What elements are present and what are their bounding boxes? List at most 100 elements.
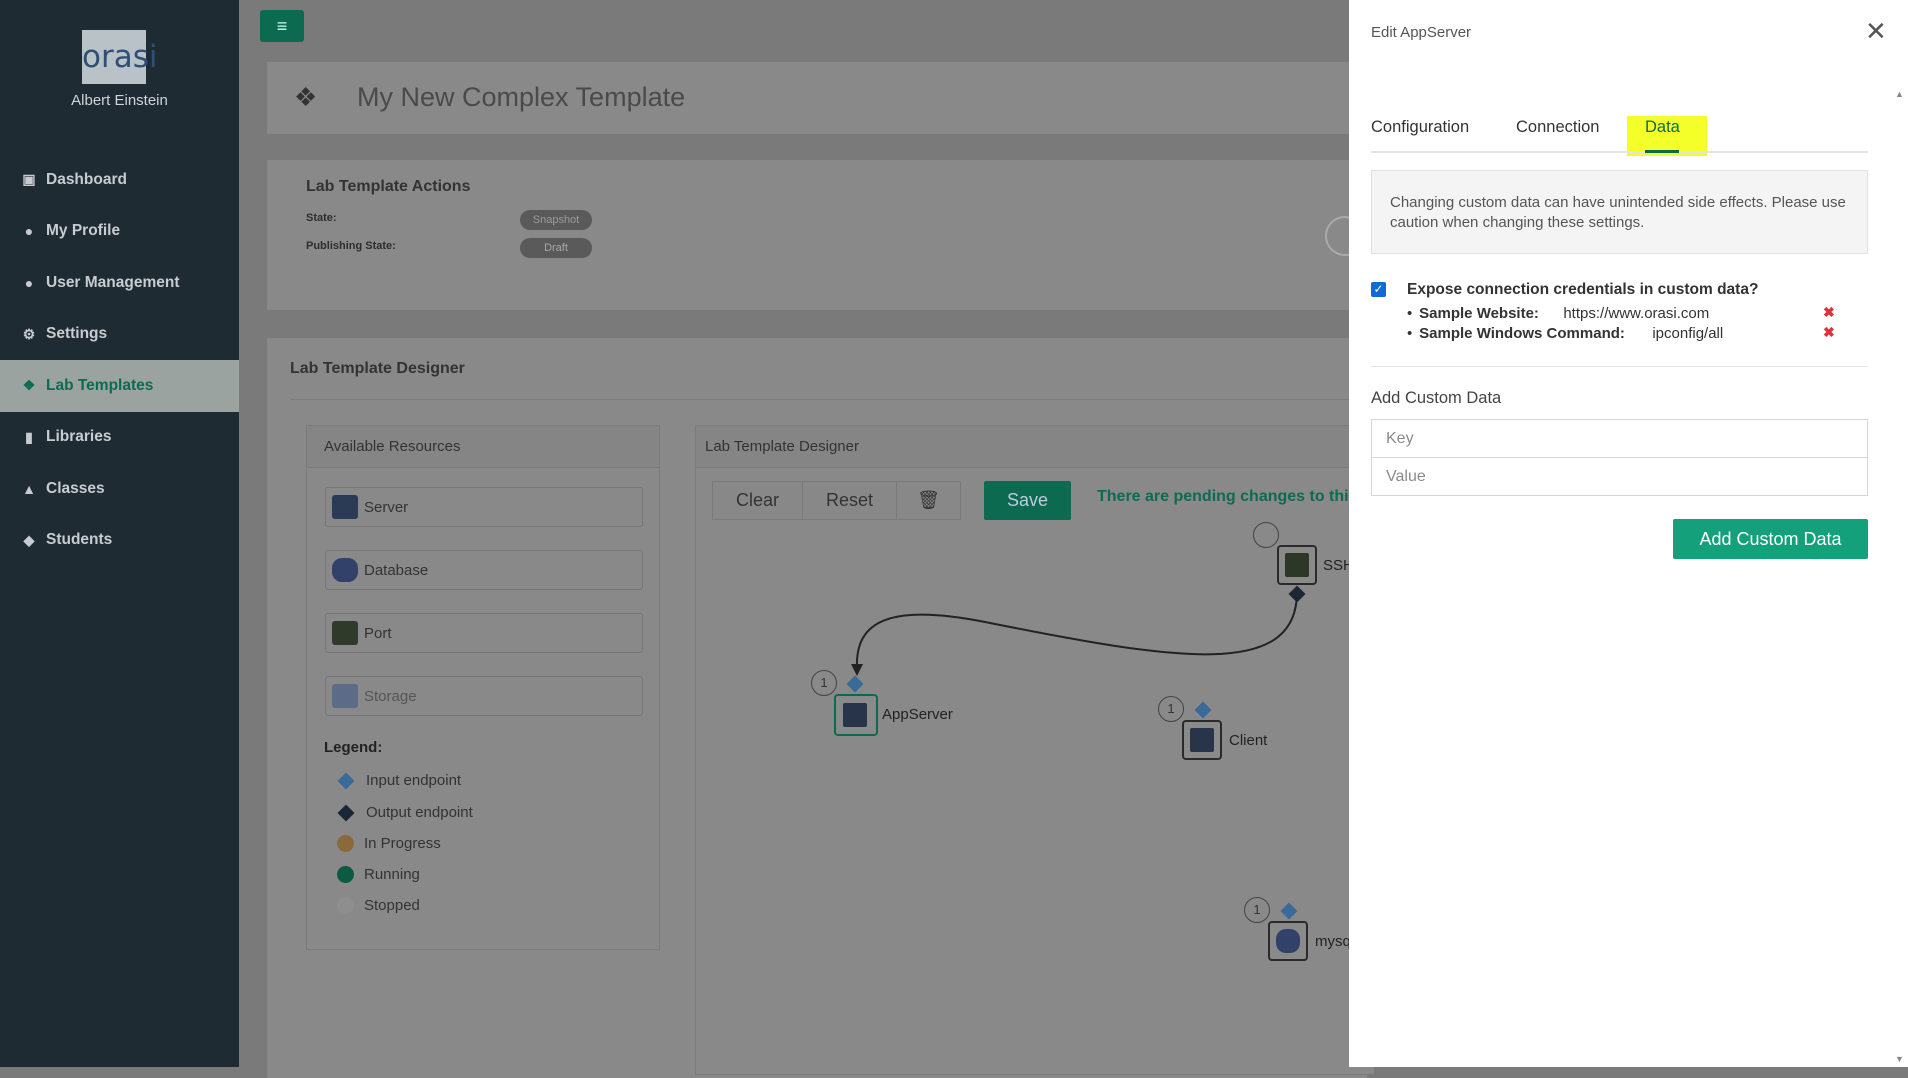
stopped-dot-icon: [337, 897, 354, 914]
legend-label: Input endpoint: [366, 772, 462, 789]
add-custom-data-heading: Add Custom Data: [1371, 389, 1502, 407]
custom-data-item: • Sample Windows Command: ipconfig/all: [1407, 325, 1723, 342]
user-name: Albert Einstein: [71, 92, 168, 109]
database-icon: [1276, 929, 1300, 953]
legend-running: Running: [337, 866, 420, 883]
node-label: AppServer: [882, 706, 953, 723]
tab-data[interactable]: Data: [1645, 118, 1680, 137]
sidebar-nav: ▣ Dashboard ● My Profile ● User Manageme…: [0, 154, 239, 566]
user-icon: ●: [24, 223, 34, 240]
custom-data-key: Sample Website:: [1419, 305, 1539, 322]
sidebar-item-my-profile[interactable]: ● My Profile: [0, 206, 239, 258]
menu-toggle-button[interactable]: ≡: [260, 10, 304, 42]
resource-port[interactable]: Port: [325, 613, 643, 653]
sidebar-item-classes[interactable]: ▲ Classes: [0, 463, 239, 515]
sidebar-item-label: Students: [46, 531, 113, 549]
orasi-logo: orasi: [82, 30, 157, 84]
sidebar-item-label: Settings: [46, 325, 108, 343]
custom-data-key: Sample Windows Command:: [1419, 325, 1625, 342]
bullet: •: [1407, 305, 1413, 322]
legend-output-endpoint: Output endpoint: [337, 804, 473, 821]
edit-drawer: Edit AppServer ✕ Configuration Connectio…: [1349, 0, 1908, 1067]
legend-stopped: Stopped: [337, 897, 420, 914]
output-endpoint-icon: [337, 804, 355, 821]
arrowhead-icon: [851, 664, 863, 676]
legend-in-progress: In Progress: [337, 835, 441, 852]
close-button[interactable]: ✕: [1865, 18, 1887, 44]
publishing-state-badge: Draft: [520, 238, 592, 258]
gear-icon: ⚙: [22, 325, 36, 342]
tab-configuration[interactable]: Configuration: [1371, 118, 1469, 137]
lab-template-actions-card: Lab Template Actions State: Snapshot Pub…: [267, 160, 1367, 310]
resource-storage[interactable]: Storage: [325, 676, 643, 716]
legend-label: Output endpoint: [366, 804, 473, 821]
checkmark-icon: ✓: [1373, 282, 1384, 296]
key-input[interactable]: [1371, 419, 1868, 458]
sidebar-item-dashboard[interactable]: ▣ Dashboard: [0, 154, 239, 206]
delete-custom-data-button[interactable]: ✖: [1823, 304, 1835, 321]
state-label: State:: [306, 212, 337, 224]
ssh-status-circle: [1253, 522, 1279, 548]
drawer-tabs: Configuration Connection Data: [1371, 118, 1868, 153]
page-title: My New Complex Template: [357, 82, 686, 112]
client-count-badge: 1: [1158, 696, 1184, 722]
custom-data-value: https://www.orasi.com: [1563, 305, 1710, 322]
sidebar-item-lab-templates[interactable]: ❖ Lab Templates: [0, 360, 239, 412]
sidebar-item-label: Libraries: [46, 428, 112, 446]
title-card: ❖ My New Complex Template: [267, 62, 1367, 134]
sidebar-item-libraries[interactable]: ▮ Libraries: [0, 412, 239, 464]
resources-heading: Available Resources: [307, 426, 659, 468]
resource-label: Database: [364, 561, 429, 579]
sidebar-item-students[interactable]: ◆ Students: [0, 515, 239, 567]
cubes-icon: ❖: [22, 377, 36, 394]
ssh-node[interactable]: [1277, 545, 1317, 585]
available-resources-panel: Available Resources Server Database Port…: [306, 425, 660, 950]
delete-custom-data-button[interactable]: ✖: [1823, 324, 1835, 341]
active-tab-underline: [1645, 150, 1679, 153]
sidebar: orasi Albert Einstein ▣ Dashboard ● My P…: [0, 0, 239, 1067]
drawer-title: Edit AppServer: [1371, 24, 1472, 41]
resource-label: Server: [364, 498, 409, 516]
bank-icon: ▲: [22, 480, 36, 497]
sidebar-item-label: My Profile: [46, 222, 121, 240]
mysql-count-badge: 1: [1244, 897, 1270, 923]
connection-path: [855, 591, 1298, 671]
server-icon: [843, 703, 867, 727]
sidebar-item-label: Dashboard: [46, 170, 127, 188]
sidebar-item-label: User Management: [46, 273, 180, 291]
custom-data-item: • Sample Website: https://www.orasi.com: [1407, 305, 1709, 322]
graduation-cap-icon: ◆: [23, 531, 35, 548]
sidebar-item-settings[interactable]: ⚙ Settings: [0, 309, 239, 361]
scroll-down-icon[interactable]: ▼: [1895, 1054, 1904, 1064]
expose-credentials-label: Expose connection credentials in custom …: [1407, 281, 1759, 298]
scroll-up-icon[interactable]: ▲: [1895, 89, 1904, 99]
resource-label: Storage: [364, 687, 417, 705]
server-icon: [332, 495, 358, 519]
running-dot-icon: [337, 866, 354, 883]
divider: [1371, 366, 1868, 367]
drawer-scrollbar[interactable]: [1892, 88, 1908, 1067]
storage-icon: [332, 684, 358, 708]
expose-credentials-checkbox[interactable]: ✓: [1371, 282, 1386, 297]
sidebar-item-label: Lab Templates: [46, 376, 154, 394]
client-node[interactable]: [1182, 720, 1222, 760]
appserver-node[interactable]: [834, 694, 878, 736]
legend-label: Stopped: [364, 897, 420, 914]
sidebar-item-label: Classes: [46, 479, 105, 497]
server-icon: [1190, 728, 1214, 752]
sidebar-item-user-management[interactable]: ● User Management: [0, 257, 239, 309]
mysql-node[interactable]: [1268, 921, 1308, 961]
tab-connection[interactable]: Connection: [1516, 118, 1599, 137]
custom-data-value: ipconfig/all: [1652, 325, 1724, 342]
add-custom-data-button[interactable]: Add Custom Data: [1673, 519, 1868, 559]
resource-database[interactable]: Database: [325, 550, 643, 590]
designer-heading: Lab Template Designer: [290, 360, 465, 377]
state-badge: Snapshot: [520, 210, 592, 230]
legend-label: In Progress: [364, 835, 441, 852]
connection-line: [851, 591, 1298, 676]
publishing-state-label: Publishing State:: [306, 240, 396, 252]
cubes-icon: ❖: [294, 82, 318, 112]
resource-server[interactable]: Server: [325, 487, 643, 527]
value-input[interactable]: [1371, 457, 1868, 496]
legend-label: Running: [364, 866, 420, 883]
